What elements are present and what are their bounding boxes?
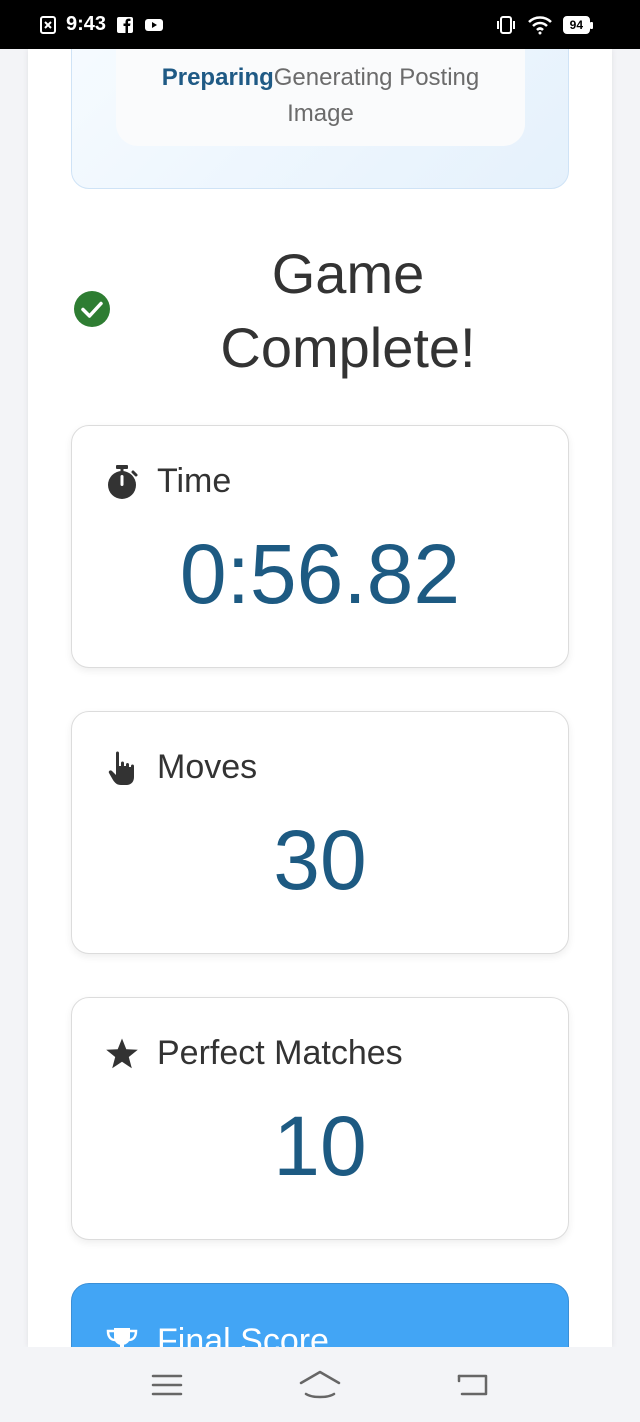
youtube-icon [145,18,164,31]
status-left: 9:43 [40,13,164,36]
vibrate-icon [496,15,515,34]
perfect-matches-label: Perfect Matches [157,1034,403,1072]
moves-value: 30 [273,813,367,907]
progress-steps: PreparingGenerating Posting Image [116,49,525,146]
home-icon [299,1370,341,1398]
title-line-2: Complete! [220,316,476,379]
final-score-header: Final Score [105,1322,329,1347]
time-label: Time [157,462,232,500]
moves-card-header: Moves [105,748,257,787]
back-icon [458,1374,488,1395]
system-nav-bar [0,1347,640,1422]
back-nav-button[interactable] [443,1365,503,1405]
star-icon [105,1036,139,1072]
perfect-matches-header: Perfect Matches [105,1034,403,1073]
game-result-page: PreparingGenerating Posting Image Game C… [28,49,612,1347]
hand-pointer-icon [105,750,139,786]
moves-card: Moves 30 [71,711,569,954]
title-line-1: Game [271,242,425,305]
game-complete-header: Game Complete! [28,237,612,379]
notification-x-icon [40,15,56,34]
step-posting: Posting [399,64,480,91]
status-right: 94 [495,15,594,35]
menu-nav-button[interactable] [137,1365,197,1405]
trophy-icon [105,1324,139,1347]
wifi-icon [527,15,552,34]
check-circle-icon [74,291,110,327]
time-card-header: Time [105,462,231,501]
step-generating: Generating [273,64,393,91]
final-score-card: Final Score [71,1283,569,1347]
status-bar: 9:43 94 [0,0,640,49]
game-complete-title: Game Complete! [168,237,528,385]
menu-icon [151,1374,182,1395]
home-nav-button[interactable] [290,1365,350,1405]
progress-subtitle: Image [287,100,354,127]
step-preparing: Preparing [161,64,274,91]
progress-panel: PreparingGenerating Posting Image [71,49,569,189]
time-card: Time 0:56.82 [71,425,569,668]
battery-indicator: 94 [562,15,594,34]
stopwatch-icon [105,464,139,500]
facebook-icon [117,16,134,33]
final-score-label: Final Score [157,1322,329,1347]
time-value: 0:56.82 [179,527,461,621]
perfect-matches-value: 10 [273,1099,367,1193]
perfect-matches-card: Perfect Matches 10 [71,997,569,1240]
status-time: 9:43 [66,13,107,35]
moves-label: Moves [157,748,258,786]
